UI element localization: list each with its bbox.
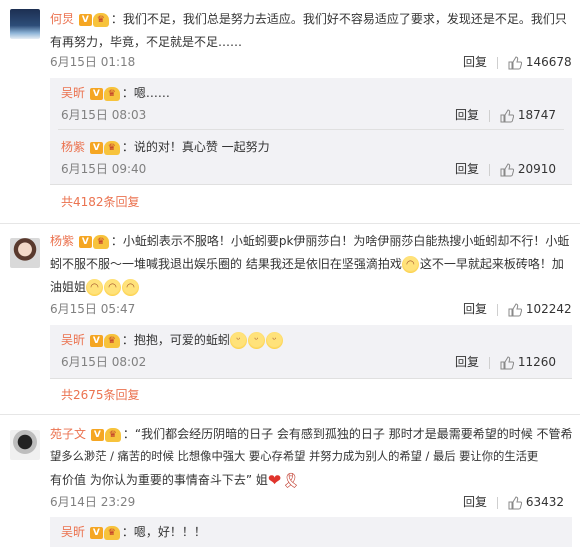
reply-actions: 回复 11260 <box>455 353 556 371</box>
verified-icon: V <box>89 141 103 154</box>
comment-divider <box>0 414 580 415</box>
username[interactable]: 吴昕 <box>61 86 85 100</box>
divider <box>489 356 491 369</box>
thumbs-up-icon[interactable] <box>500 355 515 370</box>
divider <box>497 56 499 69</box>
comment-actions: 回复 146678 <box>463 53 572 71</box>
like-count: 18747 <box>517 108 557 122</box>
divider <box>489 163 491 176</box>
emoji-sleepy-icon: ᵕ <box>247 332 265 349</box>
comment-text: 有价值 为你认为重要的事情奋斗下去” 姐 <box>50 473 268 487</box>
reply-text: 嗯，好！！！ <box>133 525 206 539</box>
avatar[interactable] <box>10 238 40 268</box>
reply-actions: 回复 18747 <box>455 106 556 124</box>
divider <box>497 496 499 509</box>
reply-time: 6月15日 08:02 <box>61 355 147 369</box>
username[interactable]: 何炅 <box>50 12 74 26</box>
reply-text-line: 吴昕 V ♛ ：抱抱，可爱的蚯蚓 ᵕ ᵕ ᵕ <box>61 331 284 349</box>
emoji-hug-icon: ◠ <box>104 279 122 296</box>
comment-text-line: 苑子文 V ♛ ：“我们都会经历阴暗的日子 会有感到孤独的日子 那时才是最需要希望的… <box>50 427 573 442</box>
username[interactable]: 吴昕 <box>61 333 85 347</box>
comment-text: 我们不足，我们总是努力去适应。我们好不容易适应了要求，发现还是不足。我们只 <box>122 12 567 26</box>
emoji-hug-icon: ◠ <box>401 256 419 273</box>
comment-actions: 回复 102242 <box>463 300 572 318</box>
reply-button[interactable]: 回复 <box>463 302 487 316</box>
ribbon-icon: 🎗 <box>281 471 301 490</box>
comment-text-line: 有再努力，毕竟，不足就是不足…… <box>50 35 243 49</box>
reply-text-line: 杨紫 V ♛ ：说的对！真心赞 一起努力 <box>61 140 270 155</box>
comment-text: 油姐姐 <box>50 280 87 294</box>
crown-icon: ♛ <box>92 12 109 27</box>
comment-text: 这不一早就起来板砖咯！加 <box>419 257 564 271</box>
verified-icon: V <box>89 526 103 539</box>
verified-icon: V <box>89 334 103 347</box>
like-count: 63432 <box>525 495 565 509</box>
avatar[interactable] <box>10 9 40 39</box>
reply-button[interactable]: 回复 <box>463 495 487 509</box>
comment-text-line: 蚓不服不服～一堆喊我退出娱乐圈的 结果我还是依旧在坚强滴拍戏 ◠ 这不一早就起来板砖… <box>50 255 564 273</box>
comment-time: 6月14日 23:29 <box>50 495 136 509</box>
comment-text-line: 何炅 V ♛ ：我们不足，我们总是努力去适应。我们好不容易适应了要求，发现还是不足。… <box>50 12 567 27</box>
reply-actions: 回复 20910 <box>455 160 556 178</box>
emoji-hug-icon: ◠ <box>122 279 140 296</box>
crown-icon: ♛ <box>104 427 121 442</box>
thumbs-up-icon[interactable] <box>500 162 515 177</box>
username[interactable]: 杨紫 <box>61 140 85 154</box>
reply-divider <box>50 184 572 185</box>
reply-text-line: 吴昕 V ♛ ：嗯，好！！！ <box>61 525 206 540</box>
reply-button[interactable]: 回复 <box>455 162 479 176</box>
comment-text: 小蚯蚓表示不服咯！小蚯蚓要pk伊丽莎白！为啥伊丽莎白能热搜小蚯蚓却不行！小蚯 <box>122 234 570 248</box>
comment-time: 6月15日 05:47 <box>50 302 136 316</box>
reply-time: 6月15日 09:40 <box>61 162 147 176</box>
crown-icon: ♛ <box>103 525 120 540</box>
crown-icon: ♛ <box>103 86 120 101</box>
reply-button[interactable]: 回复 <box>455 108 479 122</box>
thumbs-up-icon[interactable] <box>508 302 523 317</box>
reply-divider <box>50 378 572 379</box>
verified-icon: V <box>78 235 92 248</box>
comment-text-line: 杨紫 V ♛ ：小蚯蚓表示不服咯！小蚯蚓要pk伊丽莎白！为啥伊丽莎白能热搜小蚯蚓却不… <box>50 234 570 249</box>
more-replies-link[interactable]: 共4182条回复 <box>61 193 140 211</box>
reply-button[interactable]: 回复 <box>455 355 479 369</box>
thumbs-up-icon[interactable] <box>500 108 515 123</box>
avatar[interactable] <box>10 430 40 460</box>
comment-text-line: 油姐姐 ◠ ◠ ◠ <box>50 278 140 296</box>
comment-text: “我们都会经历阴暗的日子 会有感到孤独的日子 那时才是最需要希望的时候 不管希 <box>134 427 573 441</box>
emoji-sleepy-icon: ᵕ <box>265 332 283 349</box>
crown-icon: ♛ <box>103 333 120 348</box>
comment-text-line: 有价值 为你认为重要的事情奋斗下去” 姐❤🎗 <box>50 471 300 490</box>
crown-icon: ♛ <box>103 140 120 155</box>
reply-text: 嗯…… <box>133 86 170 100</box>
like-count: 102242 <box>525 302 572 316</box>
divider <box>489 109 491 122</box>
crown-icon: ♛ <box>92 234 109 249</box>
verified-icon: V <box>90 428 104 441</box>
reply-text: 抱抱，可爱的蚯蚓 <box>133 333 230 347</box>
more-replies-link[interactable]: 共2675条回复 <box>61 386 140 404</box>
reply-text: 说的对！真心赞 一起努力 <box>133 140 270 154</box>
emoji-hug-icon: ◠ <box>86 279 104 296</box>
username[interactable]: 苑子文 <box>50 427 86 441</box>
reply-time: 6月15日 08:03 <box>61 108 147 122</box>
like-count: 146678 <box>525 55 572 69</box>
verified-icon: V <box>78 13 92 26</box>
username[interactable]: 杨紫 <box>50 234 74 248</box>
comment-time: 6月15日 01:18 <box>50 55 136 69</box>
comment-text-line: 望多么渺茫 / 痛苦的时候 比想像中强大 要心存希望 并努力成为别人的希望 / … <box>50 450 539 463</box>
reply-text-line: 吴昕 V ♛ ：嗯…… <box>61 86 170 101</box>
like-count: 20910 <box>517 162 557 176</box>
username[interactable]: 吴昕 <box>61 525 85 539</box>
divider <box>497 303 499 316</box>
thumbs-up-icon[interactable] <box>508 495 523 510</box>
comment-divider <box>0 223 580 224</box>
emoji-sleepy-icon: ᵕ <box>229 332 247 349</box>
thumbs-up-icon[interactable] <box>508 55 523 70</box>
verified-icon: V <box>89 87 103 100</box>
like-count: 11260 <box>517 355 557 369</box>
heart-icon: ❤ <box>267 470 282 490</box>
comment-text: 蚓不服不服～一堆喊我退出娱乐圈的 结果我还是依旧在坚强滴拍戏 <box>50 257 402 271</box>
reply-button[interactable]: 回复 <box>463 55 487 69</box>
comment-actions: 回复 63432 <box>463 493 564 511</box>
reply-divider <box>58 129 564 130</box>
